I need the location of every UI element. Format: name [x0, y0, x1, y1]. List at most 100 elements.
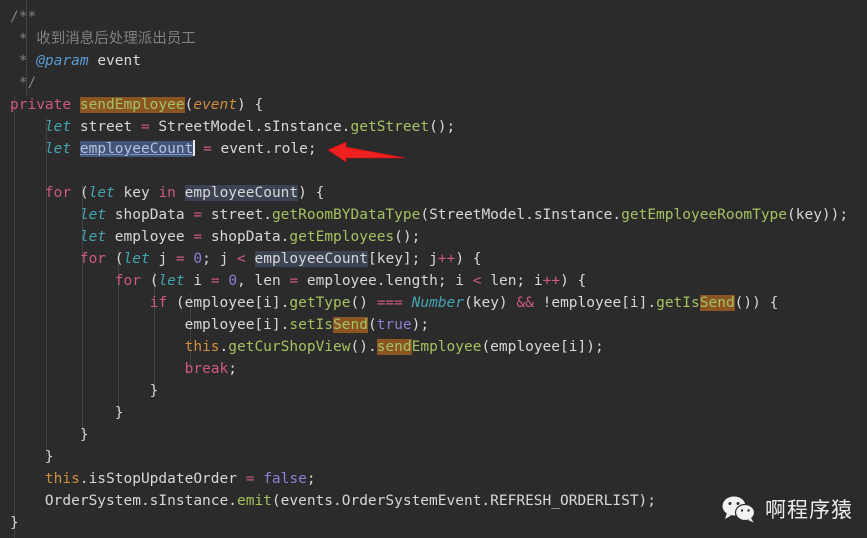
search-match-send: send [376, 339, 412, 355]
jsdoc-param-tag: @param [36, 53, 89, 69]
punct: (employee[i]); [481, 339, 604, 355]
punct: ; [228, 361, 237, 377]
expr: (events.OrderSystemEvent.REFRESH_ORDERLI… [271, 493, 657, 509]
keyword-let: let [123, 251, 150, 267]
punct: ( [71, 185, 89, 201]
punct: . [219, 339, 229, 355]
wechat-icon [722, 496, 756, 523]
operator-increment: ++ [542, 273, 561, 289]
expr: (employee[i]. [167, 295, 290, 311]
comment-token: /** [10, 9, 37, 25]
closing-brace: } [10, 515, 19, 531]
number-zero: 0 [193, 251, 203, 267]
comment-token: */ [10, 75, 37, 91]
expr: (key) [464, 295, 517, 311]
keyword-this: this [184, 339, 220, 355]
closing-brace: } [10, 449, 54, 465]
jsdoc-param-name: event [88, 53, 141, 69]
expr-event-role: event.role; [211, 141, 317, 157]
closing-brace: } [10, 405, 124, 421]
operator-assign: = [289, 273, 299, 289]
code-line: break; [0, 358, 867, 380]
punct: (key)); [787, 207, 849, 223]
operator-assign: = [175, 251, 185, 267]
keyword-this: this [44, 471, 80, 487]
occurrence-employeeCount: employeeCount [184, 185, 299, 201]
expr: StreetModel.sInstance. [149, 119, 351, 135]
method-getRoomBYDataType: getRoomBYDataType [271, 207, 421, 223]
keyword-let: let [158, 273, 185, 289]
punct: ( [367, 317, 377, 333]
punct: (); [429, 119, 456, 135]
punct: ( [106, 251, 124, 267]
occurrence-employeeCount: employeeCount [254, 251, 369, 267]
code-content[interactable]: /** * 收到消息后处理派出员工 * @param event */ priv… [0, 0, 867, 538]
code-line: * 收到消息后处理派出员工 [0, 28, 867, 50]
punct: ); [411, 317, 430, 333]
search-match-Send: Send [699, 295, 735, 311]
keyword-let: let [88, 185, 115, 201]
code-line: } [0, 402, 867, 424]
code-line: private sendEmployee(event) { [0, 94, 867, 116]
code-line: } [0, 424, 867, 446]
expr: ; j [202, 251, 238, 267]
method-getCurShopView: getCurShopView [228, 339, 351, 355]
code-line: for (let j = 0; j < employeeCount[key]; … [0, 248, 867, 270]
operator-assign: = [210, 273, 220, 289]
expr: (StreetModel.sInstance. [420, 207, 622, 223]
code-line: let shopData = street.getRoomBYDataType(… [0, 204, 867, 226]
boolean-true: true [376, 317, 412, 333]
punct: ; [306, 471, 316, 487]
expr: employee.length; i [298, 273, 473, 289]
punct: (); [394, 229, 421, 245]
code-line: this.getCurShopView().sendEmployee(emplo… [0, 336, 867, 358]
expr: OrderSystem.sInstance. [10, 493, 237, 509]
method-setIsSend: setIs [289, 317, 334, 333]
watermark-text: 啊程序猿 [765, 498, 853, 522]
operator-assign: = [193, 207, 203, 223]
code-line: /** [0, 6, 867, 28]
global-Number: Number [411, 295, 465, 311]
watermark: 啊程序猿 [722, 494, 853, 524]
code-line: employee[i].setIsSend(true); [0, 314, 867, 336]
identifier-i: i [184, 273, 211, 289]
expr: street. [202, 207, 272, 223]
operator-increment: ++ [437, 251, 456, 267]
keyword-let: let [79, 229, 107, 245]
keyword-in: in [158, 185, 176, 201]
boolean-false: false [263, 471, 307, 487]
code-line: } [0, 446, 867, 468]
selected-identifier-employeeCount[interactable]: employeeCount [79, 141, 194, 157]
method-emit: emit [236, 493, 272, 509]
keyword-let: let [44, 119, 72, 135]
punct: ( [140, 273, 159, 289]
identifier-j: j [149, 251, 176, 267]
punct: ) { [237, 97, 264, 113]
code-line: } [0, 380, 867, 402]
keyword-let: let [44, 141, 72, 157]
identifier-employee: employee [106, 229, 194, 245]
punct: (). [350, 339, 377, 355]
keyword-for: for [79, 251, 107, 267]
code-line: for (let i = 0, len = employee.length; i… [0, 270, 867, 292]
property-isStopUpdateOrder: .isStopUpdateOrder [79, 471, 246, 487]
operator-and: && [516, 295, 534, 311]
code-line: let employee = shopData.getEmployees(); [0, 226, 867, 248]
comment-chinese-text: 收到消息后处理派出员工 [36, 31, 196, 47]
